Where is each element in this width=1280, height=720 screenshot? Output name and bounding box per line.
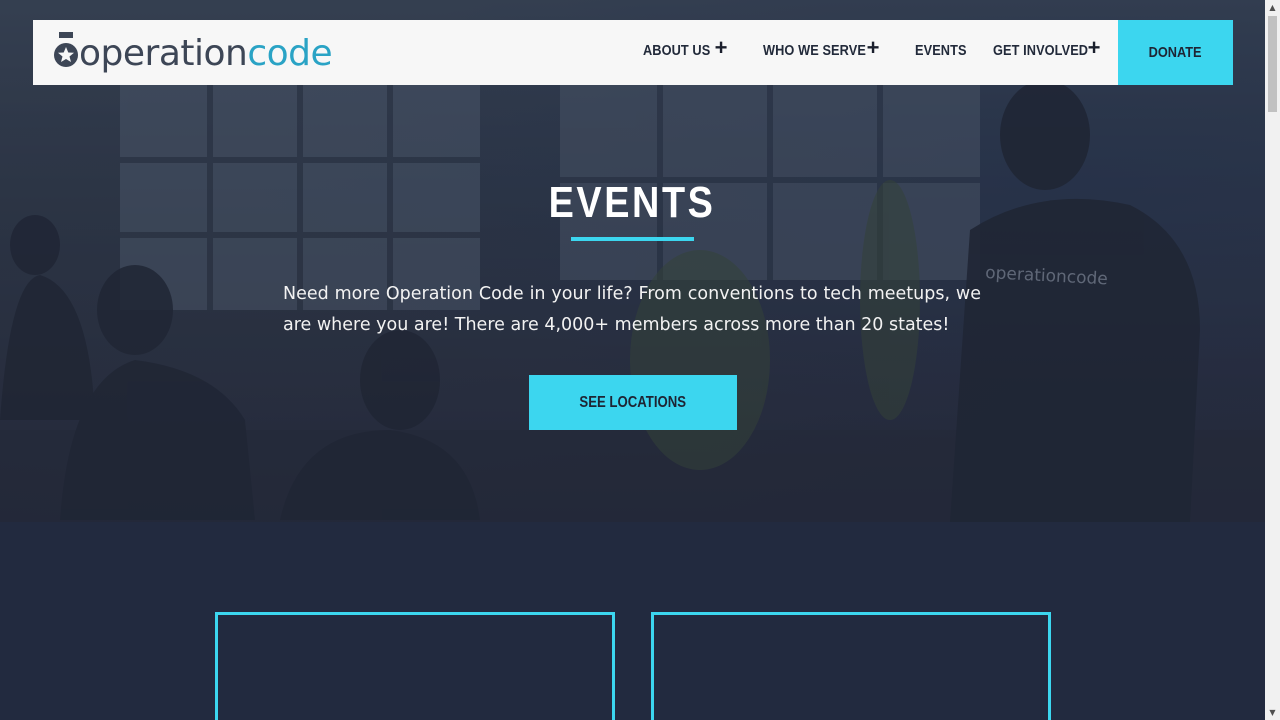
see-locations-button[interactable]: SEE LOCATIONS	[529, 375, 737, 430]
chevron-down-icon[interactable]: ▼	[1265, 705, 1280, 720]
nav-who-we-serve[interactable]: WHO WE SERVE	[763, 43, 866, 63]
see-locations-label: SEE LOCATIONS	[579, 393, 687, 411]
vertical-scrollbar[interactable]: ▲ ▼	[1265, 0, 1280, 720]
logo-wordmark: operationcode	[79, 33, 333, 74]
logo-part-operation: operation	[79, 33, 248, 74]
nav-get-involved[interactable]: GET INVOLVED	[993, 43, 1088, 63]
nav-about-us[interactable]: ABOUT US	[643, 43, 710, 63]
title-underline	[571, 237, 694, 241]
donate-label: DONATE	[1149, 44, 1202, 61]
scrollbar-thumb[interactable]	[1268, 16, 1277, 112]
chevron-up-icon[interactable]: ▲	[1265, 0, 1280, 15]
hero-description: Need more Operation Code in your life? F…	[283, 284, 981, 335]
logo-part-code: code	[247, 33, 333, 74]
nav-events[interactable]: EVENTS	[915, 43, 967, 63]
page-title-text: EVENTS	[549, 178, 716, 227]
page-title: EVENTS	[0, 178, 1265, 228]
donate-button[interactable]: DONATE	[1118, 20, 1233, 85]
plus-icon[interactable]: +	[714, 37, 728, 59]
plus-icon[interactable]: +	[1087, 37, 1101, 59]
plus-icon[interactable]: +	[866, 37, 880, 59]
top-navbar: operationcode ABOUT US + WHO WE SERVE + …	[33, 20, 1233, 85]
site-logo[interactable]: operationcode	[53, 30, 333, 74]
event-card[interactable]	[215, 612, 615, 720]
event-card[interactable]	[651, 612, 1051, 720]
medal-star-icon	[54, 32, 78, 67]
